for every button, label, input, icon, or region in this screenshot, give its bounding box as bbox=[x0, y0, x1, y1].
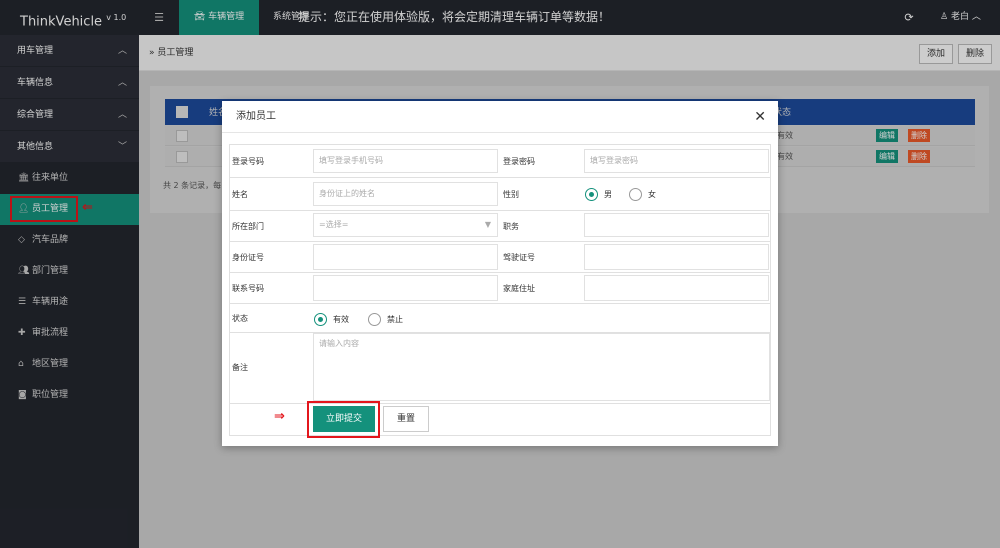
dialog-header: 添加员工 ✕ bbox=[222, 101, 778, 133]
highlight-box-submit bbox=[307, 401, 380, 438]
form-row: 姓名 身份证上的姓名 性别 男 女 bbox=[229, 177, 771, 210]
dialog-title: 添加员工 bbox=[236, 111, 276, 122]
license-number-input[interactable] bbox=[584, 244, 769, 270]
gender-female-radio[interactable] bbox=[629, 188, 642, 201]
gender-male-label: 男 bbox=[604, 190, 612, 199]
status-disabled-label: 禁止 bbox=[387, 315, 403, 324]
form-row: 联系号码 家庭住址 bbox=[229, 272, 771, 303]
login-password-label: 登录密码 bbox=[503, 157, 535, 166]
status-active-label: 有效 bbox=[333, 315, 349, 324]
add-employee-dialog: 添加员工 ✕ 登录号码 填写登录手机号码 登录密码 填写登录密码 姓名 身份证上… bbox=[222, 101, 778, 446]
gender-male-radio[interactable] bbox=[585, 188, 598, 201]
department-label: 所在部门 bbox=[232, 222, 264, 231]
remark-textarea[interactable]: 请输入内容 bbox=[313, 333, 770, 401]
status-label: 状态 bbox=[232, 314, 248, 323]
form-row: 所在部门 =选择= ▼ 职务 bbox=[229, 210, 771, 241]
id-number-label: 身份证号 bbox=[232, 253, 264, 262]
form-row: 登录号码 填写登录手机号码 登录密码 填写登录密码 bbox=[229, 144, 771, 177]
remark-label: 备注 bbox=[232, 363, 248, 372]
position-label: 职务 bbox=[503, 222, 519, 231]
form-row: 备注 请输入内容 bbox=[229, 332, 771, 403]
reset-button[interactable]: 重置 bbox=[383, 406, 429, 432]
login-password-input[interactable]: 填写登录密码 bbox=[584, 149, 769, 173]
close-icon[interactable]: ✕ bbox=[754, 101, 766, 133]
status-active-radio[interactable] bbox=[314, 313, 327, 326]
status-disabled-radio[interactable] bbox=[368, 313, 381, 326]
form-row: 状态 有效 禁止 bbox=[229, 303, 771, 332]
phone-label: 联系号码 bbox=[232, 284, 264, 293]
position-input[interactable] bbox=[584, 213, 769, 237]
form-row: 身份证号 驾驶证号 bbox=[229, 241, 771, 272]
id-number-input[interactable] bbox=[313, 244, 498, 270]
caret-down-icon: ▼ bbox=[484, 220, 491, 229]
license-number-label: 驾驶证号 bbox=[503, 253, 535, 262]
address-label: 家庭住址 bbox=[503, 284, 535, 293]
gender-label: 性别 bbox=[503, 190, 519, 199]
department-select[interactable]: =选择= ▼ bbox=[313, 213, 498, 237]
arrow-right-icon: ⇒ bbox=[274, 409, 285, 424]
gender-female-label: 女 bbox=[648, 190, 656, 199]
name-label: 姓名 bbox=[232, 190, 248, 199]
name-input[interactable]: 身份证上的姓名 bbox=[313, 182, 498, 206]
login-phone-label: 登录号码 bbox=[232, 157, 264, 166]
address-input[interactable] bbox=[584, 275, 769, 301]
department-select-value: =选择= bbox=[319, 220, 349, 229]
login-phone-input[interactable]: 填写登录手机号码 bbox=[313, 149, 498, 173]
phone-input[interactable] bbox=[313, 275, 498, 301]
